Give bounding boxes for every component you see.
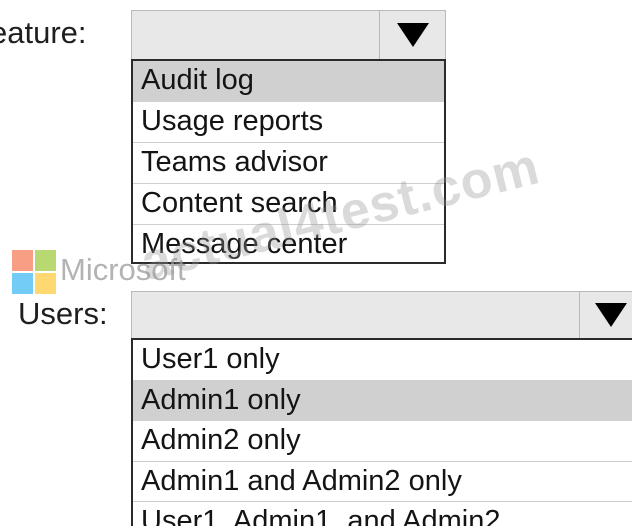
logo-square-blue: [12, 273, 33, 294]
option-user1-only[interactable]: User1 only: [133, 340, 632, 381]
option-admin1-only[interactable]: Admin1 only: [133, 380, 632, 421]
option-admin1-and-admin2-only[interactable]: Admin1 and Admin2 only: [133, 462, 632, 502]
users-dropdown-toggle[interactable]: [579, 292, 632, 338]
users-options-list: User1 only Admin1 only Admin2 only Admin…: [131, 338, 632, 526]
feature-label: eature:: [0, 15, 87, 50]
option-user1-admin1-admin2[interactable]: User1, Admin1, and Admin2: [133, 502, 632, 526]
option-usage-reports[interactable]: Usage reports: [133, 102, 444, 143]
option-audit-log[interactable]: Audit log: [133, 61, 444, 102]
triangle-down-icon: [396, 23, 429, 47]
users-label: Users:: [18, 296, 108, 331]
triangle-down-icon: [595, 303, 627, 327]
option-admin2-only[interactable]: Admin2 only: [133, 421, 632, 462]
users-dropdown[interactable]: [131, 291, 632, 339]
logo-square-red: [12, 250, 33, 271]
microsoft-logo-icon: [12, 250, 56, 294]
logo-square-green: [35, 250, 56, 271]
feature-dropdown[interactable]: [131, 10, 446, 60]
logo-square-yellow: [35, 273, 56, 294]
feature-dropdown-toggle[interactable]: [379, 11, 445, 59]
